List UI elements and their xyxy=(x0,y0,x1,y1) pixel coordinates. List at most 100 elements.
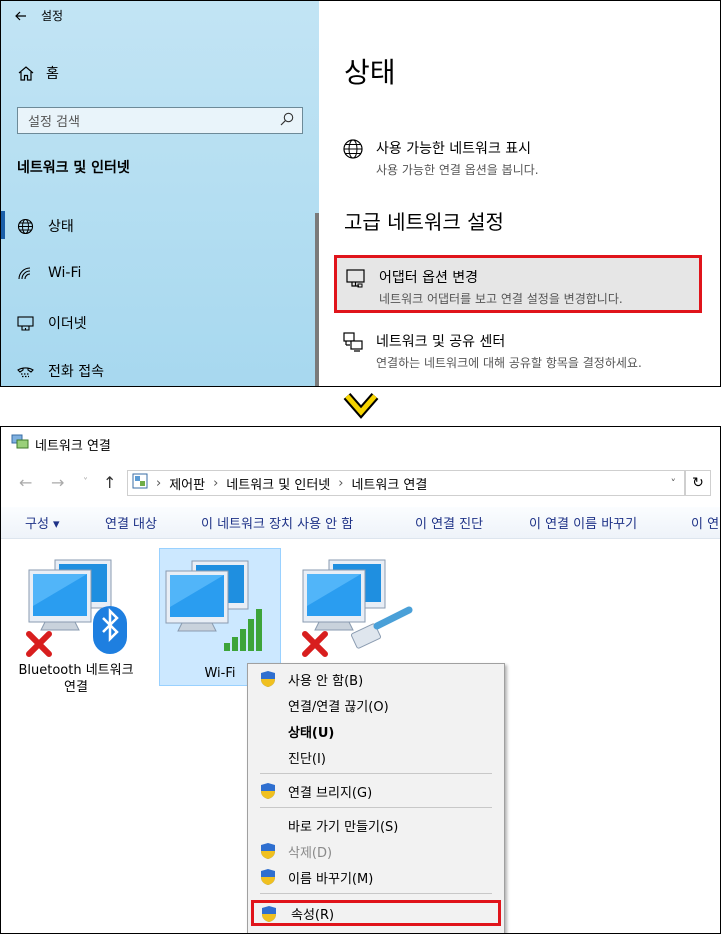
uac-shield-icon xyxy=(260,782,276,804)
globe-icon xyxy=(342,138,364,178)
sidebar-item-dialup[interactable]: 전화 접속 xyxy=(17,361,104,381)
settings-search-input[interactable]: 설정 검색 xyxy=(17,107,303,134)
option-title: 사용 가능한 네트워크 표시 xyxy=(376,141,532,157)
home-label: 홈 xyxy=(46,66,59,82)
more-commands-button[interactable]: 이 연 xyxy=(691,513,719,532)
settings-content: 상태 사용 가능한 네트워크 표시 사용 가능한 연결 옵션을 봅니다. 고급 … xyxy=(320,1,720,386)
disconnected-x-icon xyxy=(302,631,328,657)
option-desc: 네트워크 어댑터를 보고 연결 설정을 변경합니다. xyxy=(379,292,623,306)
breadcrumb-separator: › xyxy=(156,475,162,491)
wifi-icon xyxy=(17,266,34,280)
category-title: 네트워크 및 인터넷 xyxy=(17,160,130,176)
menu-item-rename[interactable]: 이름 바꾸기(M) xyxy=(248,865,504,889)
menu-item-create-shortcut[interactable]: 바로 가기 만들기(S) xyxy=(248,813,504,837)
network-adapter-icon xyxy=(26,559,127,657)
connect-to-button[interactable]: 연결 대상 xyxy=(105,513,157,532)
option-title: 어댑터 옵션 변경 xyxy=(379,270,479,286)
change-adapter-options[interactable]: 어댑터 옵션 변경 네트워크 어댑터를 보고 연결 설정을 변경합니다. xyxy=(334,255,702,313)
chevron-down-icon xyxy=(343,391,379,425)
back-arrow-icon[interactable] xyxy=(15,11,27,21)
search-icon xyxy=(280,112,294,130)
control-panel-icon xyxy=(132,473,148,493)
network-sharing-center-option[interactable]: 네트워크 및 공유 센터 연결하는 네트워크에 대해 공유할 항목을 결정하세요… xyxy=(342,331,702,371)
page-title: 상태 xyxy=(344,56,396,89)
command-bar: 구성 ▾ 연결 대상 이 네트워크 장치 사용 안 함 이 연결 진단 이 연결… xyxy=(1,507,720,539)
dialup-icon xyxy=(17,364,34,379)
breadcrumb-separator: › xyxy=(213,475,219,491)
option-desc: 연결하는 네트워크에 대해 공유할 항목을 결정하세요. xyxy=(376,356,642,370)
diagnose-button[interactable]: 이 연결 진단 xyxy=(415,513,483,532)
sidebar-item-label: 이더넷 xyxy=(48,316,87,332)
context-menu: 사용 안 함(B) 연결/연결 끊기(O) 상태(U) 진단(I) 연결 브리지… xyxy=(247,663,505,933)
organize-button[interactable]: 구성 ▾ xyxy=(25,513,60,532)
menu-item-delete: 삭제(D) xyxy=(248,839,504,863)
option-title: 네트워크 및 공유 센터 xyxy=(376,334,506,350)
breadcrumb-item[interactable]: 네트워크 연결 xyxy=(351,474,427,493)
menu-item-label: 속성(R) xyxy=(291,907,335,923)
network-adapter-icon xyxy=(302,559,413,657)
breadcrumb-separator: › xyxy=(338,475,344,491)
sharing-center-icon xyxy=(342,331,364,371)
uac-shield-icon xyxy=(260,868,276,890)
menu-item-connect-disconnect[interactable]: 연결/연결 끊기(O) xyxy=(248,693,504,717)
sidebar-scrollbar[interactable] xyxy=(315,213,319,386)
uac-shield-icon xyxy=(260,670,276,692)
menu-item-diagnose[interactable]: 진단(I) xyxy=(248,745,504,769)
breadcrumb-item[interactable]: 네트워크 및 인터넷 xyxy=(226,474,330,493)
window-titlebar: 네트워크 연결 xyxy=(11,434,111,454)
search-placeholder: 설정 검색 xyxy=(28,115,80,130)
monitor-icon xyxy=(345,267,367,310)
globe-icon xyxy=(17,218,34,235)
connection-bluetooth[interactable]: Bluetooth 네트워크 연결 xyxy=(15,548,137,695)
refresh-button[interactable]: ↻ xyxy=(685,470,711,496)
window-title: 네트워크 연결 xyxy=(35,438,111,454)
sidebar-item-ethernet[interactable]: 이더넷 xyxy=(17,313,87,333)
sidebar-item-wifi[interactable]: Wi-Fi xyxy=(17,265,81,281)
sidebar-item-label: Wi-Fi xyxy=(48,265,82,281)
menu-item-label: 진단(I) xyxy=(288,751,326,767)
back-arrow-icon[interactable]: ← xyxy=(19,473,32,492)
sidebar-item-label: 상태 xyxy=(48,219,74,235)
menu-item-bridge[interactable]: 연결 브리지(G) xyxy=(248,779,504,803)
menu-item-label: 이름 바꾸기(M) xyxy=(288,871,374,887)
sidebar-item-label: 전화 접속 xyxy=(48,364,104,380)
sidebar-item-status[interactable]: 상태 xyxy=(17,216,74,236)
breadcrumb-item[interactable]: 제어판 xyxy=(169,474,205,493)
address-row: ← → ˅ ↑ › 제어판 › 네트워크 및 인터넷 › 네트워크 연결 ˅ ↻ xyxy=(1,467,720,499)
address-bar[interactable]: › 제어판 › 네트워크 및 인터넷 › 네트워크 연결 ˅ xyxy=(127,470,685,496)
section-title: 고급 네트워크 설정 xyxy=(344,210,504,234)
settings-sidebar: 설정 홈 설정 검색 네트워크 및 인터넷 상태 Wi-Fi 이더넷 전화 접속 xyxy=(1,1,319,386)
menu-item-properties[interactable]: 속성(R) xyxy=(251,900,501,926)
recent-dropdown-icon[interactable]: ˅ xyxy=(83,477,88,488)
disconnected-x-icon xyxy=(26,631,52,657)
network-connections-window: 네트워크 연결 ← → ˅ ↑ › 제어판 › 네트워크 및 인터넷 › 네트워… xyxy=(0,426,721,934)
rename-button[interactable]: 이 연결 이름 바꾸기 xyxy=(529,513,637,532)
menu-separator xyxy=(260,893,492,894)
window-title: 설정 xyxy=(41,9,64,23)
menu-item-label: 바로 가기 만들기(S) xyxy=(288,819,399,835)
disable-device-button[interactable]: 이 네트워크 장치 사용 안 함 xyxy=(201,513,353,532)
menu-item-status[interactable]: 상태(U) xyxy=(248,719,504,743)
uac-shield-icon xyxy=(261,905,277,927)
selected-indicator xyxy=(1,211,5,239)
home-icon xyxy=(18,65,34,81)
signal-bars-icon xyxy=(224,609,262,651)
uac-shield-icon xyxy=(260,842,276,864)
connection-label: Bluetooth 네트워크 연결 xyxy=(18,663,134,695)
home-link[interactable]: 홈 xyxy=(18,63,59,83)
chevron-down-icon[interactable]: ˅ xyxy=(671,477,677,490)
ethernet-icon xyxy=(17,315,34,331)
menu-separator xyxy=(260,773,492,774)
menu-item-label: 삭제(D) xyxy=(288,845,333,861)
forward-arrow-icon[interactable]: → xyxy=(51,473,64,492)
menu-separator xyxy=(260,807,492,808)
show-networks-option[interactable]: 사용 가능한 네트워크 표시 사용 가능한 연결 옵션을 봅니다. xyxy=(342,138,702,178)
menu-item-disable[interactable]: 사용 안 함(B) xyxy=(248,667,504,691)
option-desc: 사용 가능한 연결 옵션을 봅니다. xyxy=(376,163,539,177)
menu-item-label: 연결 브리지(G) xyxy=(288,785,373,801)
menu-item-label: 상태(U) xyxy=(288,725,335,741)
settings-window: 설정 홈 설정 검색 네트워크 및 인터넷 상태 Wi-Fi 이더넷 전화 접속… xyxy=(0,0,721,387)
back-row: 설정 xyxy=(15,7,63,24)
network-folder-icon xyxy=(11,434,29,454)
up-arrow-icon[interactable]: ↑ xyxy=(103,473,116,492)
